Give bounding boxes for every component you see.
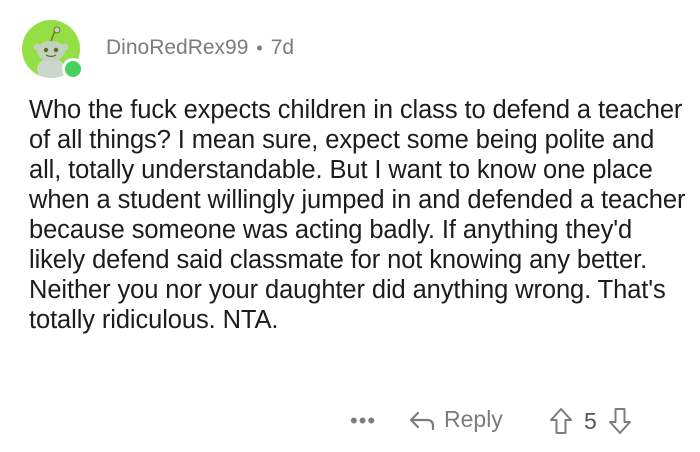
- reply-label: Reply: [444, 406, 503, 432]
- username-link[interactable]: DinoRedRex99: [106, 36, 248, 60]
- more-options-button[interactable]: •••: [350, 408, 376, 434]
- comment-header: DinoRedRex99 • 7d: [22, 20, 294, 82]
- online-status-icon: [62, 58, 84, 80]
- comment-actions: ••• Reply 5: [0, 404, 700, 444]
- reply-arrow-icon: [409, 411, 435, 430]
- vote-controls: 5: [548, 406, 633, 436]
- comment-body: Who the fuck expects children in class t…: [29, 96, 686, 334]
- reply-button[interactable]: Reply: [408, 406, 503, 433]
- downvote-icon[interactable]: [607, 406, 633, 436]
- meta-separator: •: [256, 37, 263, 58]
- upvote-icon[interactable]: [548, 406, 574, 436]
- vote-score: 5: [584, 407, 597, 434]
- comment-age: 7d: [270, 36, 295, 59]
- avatar[interactable]: [22, 20, 84, 82]
- comment-meta: DinoRedRex99 • 7d: [106, 36, 294, 60]
- comment: DinoRedRex99 • 7d Who the fuck expects c…: [0, 0, 700, 452]
